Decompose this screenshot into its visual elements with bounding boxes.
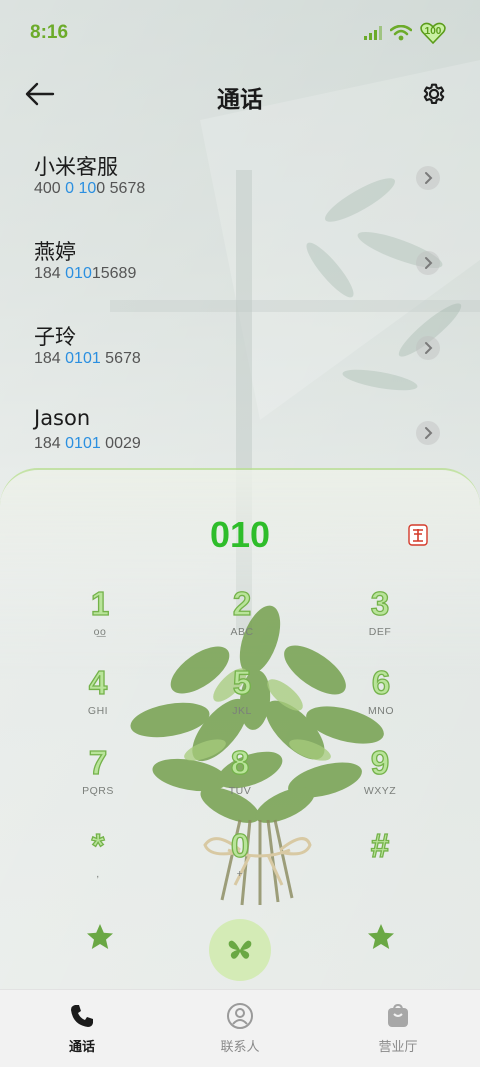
tab-calls[interactable]: 通话 xyxy=(32,1002,132,1055)
dial-key-1[interactable]: 1 ᴏ͟ᴏ xyxy=(50,585,150,656)
star-icon[interactable] xyxy=(366,922,396,952)
dial-key-hash[interactable]: # xyxy=(330,827,430,898)
contact-number: 184 0101 0029 xyxy=(34,435,141,452)
list-item[interactable]: Jason 184 0101 0029 xyxy=(0,400,480,470)
contact-detail-button[interactable] xyxy=(416,166,440,190)
dial-key-4[interactable]: 4 GHI xyxy=(48,664,148,735)
tab-service-hall[interactable]: 营业厅 xyxy=(348,1002,448,1055)
chevron-right-icon xyxy=(425,427,433,439)
tab-service-hall-label: 营业厅 xyxy=(378,1040,418,1055)
tab-contacts-label: 联系人 xyxy=(220,1040,260,1055)
contact-detail-button[interactable] xyxy=(416,251,440,275)
dial-key-5[interactable]: 5 JKL xyxy=(192,664,292,735)
dial-key-9[interactable]: 9 WXYZ xyxy=(330,744,430,815)
dial-key-0[interactable]: 0 + xyxy=(190,827,290,898)
contact-detail-button[interactable] xyxy=(416,421,440,445)
star-icon[interactable] xyxy=(85,922,115,952)
butterfly-icon xyxy=(228,940,252,959)
signal-icon xyxy=(364,26,382,40)
list-item[interactable]: 小米客服 400 0 100 5678 xyxy=(0,145,480,215)
battery-icon: 100 xyxy=(420,22,446,45)
contact-name: Jason xyxy=(34,406,91,430)
contact-detail-button[interactable] xyxy=(416,336,440,360)
contact-number: 184 0101 5678 xyxy=(34,350,141,367)
dial-key-2[interactable]: 2 ABC xyxy=(192,585,292,656)
call-button[interactable] xyxy=(209,919,271,981)
dial-key-star[interactable]: * , xyxy=(48,827,148,898)
status-time: 8:16 xyxy=(30,22,69,43)
voicemail-icon: ᴏ͟ᴏ xyxy=(93,626,107,638)
gear-icon xyxy=(423,83,445,105)
status-bar: 8:16 100 xyxy=(0,0,480,68)
contact-number: 400 0 100 5678 xyxy=(34,180,146,197)
battery-level: 100 xyxy=(424,26,442,37)
chevron-right-icon xyxy=(425,172,433,184)
contact-name: 子玲 xyxy=(34,325,76,349)
top-app-bar: 通话 xyxy=(0,70,480,120)
contact-name: 燕婷 xyxy=(34,240,76,264)
list-item[interactable]: 燕婷 184 01015689 xyxy=(0,230,480,300)
tab-calls-label: 通话 xyxy=(68,1040,95,1055)
page-title: 通话 xyxy=(217,87,263,113)
status-icons: 100 xyxy=(364,22,446,45)
tab-contacts[interactable]: 联系人 xyxy=(190,1002,290,1055)
settings-button[interactable] xyxy=(420,80,448,108)
dial-key-6[interactable]: 6 MNO xyxy=(331,664,431,735)
list-item[interactable]: 子玲 184 0101 5678 xyxy=(0,315,480,385)
person-icon xyxy=(227,1003,253,1029)
phone-icon xyxy=(71,1005,93,1027)
seal-stamp-icon[interactable] xyxy=(408,524,428,546)
wifi-icon xyxy=(390,25,412,41)
dial-key-3[interactable]: 3 DEF xyxy=(330,585,430,656)
bag-icon xyxy=(388,1003,408,1027)
chevron-right-icon xyxy=(425,257,433,269)
dial-key-7[interactable]: 7 PQRS xyxy=(48,744,148,815)
contact-name: 小米客服 xyxy=(34,155,118,179)
chevron-right-icon xyxy=(425,342,433,354)
contact-number: 184 01015689 xyxy=(34,265,137,282)
bottom-navigation: 通话 联系人 营业厅 xyxy=(0,989,480,1067)
dial-key-8[interactable]: 8 TUV xyxy=(190,744,290,815)
